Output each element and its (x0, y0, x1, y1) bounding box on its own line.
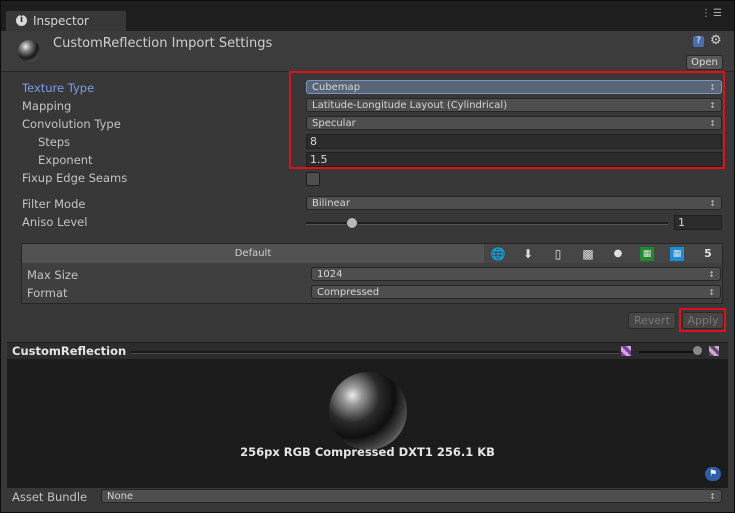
close-icon[interactable]: ☰ (713, 8, 722, 19)
asset-bundle-bar: Asset Bundle None ↕ (1, 488, 734, 512)
inspector-window: i Inspector ⋮ ☰ CustomReflection Import … (0, 0, 735, 513)
aniso-level-field[interactable]: 1 (674, 215, 722, 230)
fixup-edge-seams-checkbox[interactable] (306, 172, 320, 186)
asset-bundle-dropdown[interactable]: None ↕ (101, 489, 722, 503)
max-size-value: 1024 (317, 269, 343, 280)
mapping-label: Mapping (22, 99, 72, 113)
phone-icon[interactable]: ▯ (550, 246, 566, 262)
asset-bundle-label: Asset Bundle (12, 490, 88, 504)
exponent-label: Exponent (38, 153, 93, 167)
header-title: CustomReflection Import Settings (53, 36, 273, 51)
tab-inspector[interactable]: i Inspector (5, 10, 127, 32)
fixup-edge-seams-label: Fixup Edge Seams (22, 171, 128, 185)
filter-mode-label: Filter Mode (22, 197, 86, 211)
globe-icon[interactable]: 🌐 (490, 246, 506, 262)
cubemap-preview-sphere[interactable] (329, 372, 407, 450)
cubemap-asset-icon (18, 40, 40, 62)
max-size-label: Max Size (27, 268, 79, 282)
preview-info: 256px RGB Compressed DXT1 256.1 KB (240, 445, 495, 459)
steps-label: Steps (38, 135, 71, 149)
gear-icon[interactable]: ⚙ (710, 33, 722, 48)
format-label: Format (27, 286, 68, 300)
blackberry-icon[interactable]: ● (610, 246, 626, 262)
convolution-type-label: Convolution Type (22, 117, 121, 131)
preview-area: 256px RGB Compressed DXT1 256.1 KB ⚑ (7, 359, 728, 488)
aniso-level-slider-track[interactable] (306, 222, 668, 225)
tab-bar: i Inspector ⋮ ☰ (1, 1, 734, 32)
mip-slider-thumb[interactable] (693, 346, 702, 355)
android-icon[interactable]: ▩ (580, 246, 596, 262)
filter-mode-value: Bilinear (312, 198, 350, 209)
platform-tab-default[interactable]: Default (22, 244, 484, 264)
html5-icon[interactable]: 5 (700, 246, 716, 262)
platform-settings-panel: Max Size 1024 ↕ Format Compressed ↕ (21, 263, 723, 304)
highlight-box-cubemap-settings (289, 71, 725, 169)
alpha-toggle-icon[interactable] (621, 346, 631, 356)
chevron-updown-icon: ↕ (709, 492, 716, 501)
open-button[interactable]: Open (686, 55, 723, 70)
mip-level-icon[interactable] (709, 346, 719, 356)
highlight-box-apply (679, 308, 726, 332)
preview-toolbar: CustomReflection (7, 342, 728, 360)
asset-bundle-value: None (107, 491, 134, 502)
mip-slider-track[interactable] (639, 351, 699, 353)
chevron-updown-icon: ↕ (708, 270, 715, 279)
filter-mode-dropdown[interactable]: Bilinear ↕ (306, 196, 722, 210)
format-value: Compressed (317, 287, 380, 298)
download-icon[interactable]: ⬇ (520, 246, 536, 262)
chevron-updown-icon: ↕ (708, 288, 715, 297)
chevron-updown-icon: ↕ (709, 199, 716, 208)
platform-tab-bar: Default 🌐 ⬇ ▯ ▩ ● ▦ ▦ 5 (21, 243, 723, 265)
help-icon[interactable]: ? (693, 36, 704, 47)
preview-divider (131, 351, 619, 354)
info-icon: i (16, 15, 27, 26)
tab-inspector-label: Inspector (33, 14, 89, 28)
format-dropdown[interactable]: Compressed ↕ (311, 285, 721, 299)
aniso-level-slider-thumb[interactable] (345, 217, 358, 229)
texture-type-label: Texture Type (22, 81, 95, 95)
menu-icon[interactable]: ⋮ (701, 8, 711, 19)
windows-store-icon[interactable]: ▦ (640, 247, 654, 261)
asset-label-tag-icon[interactable]: ⚑ (705, 467, 721, 481)
revert-button[interactable]: Revert (628, 312, 676, 329)
inspector-header: CustomReflection Import Settings ? ⚙ Ope… (1, 31, 734, 71)
max-size-dropdown[interactable]: 1024 ↕ (311, 267, 721, 281)
aniso-level-label: Aniso Level (22, 215, 88, 229)
windows-phone-icon[interactable]: ▦ (670, 247, 684, 261)
preview-title: CustomReflection (12, 344, 127, 358)
